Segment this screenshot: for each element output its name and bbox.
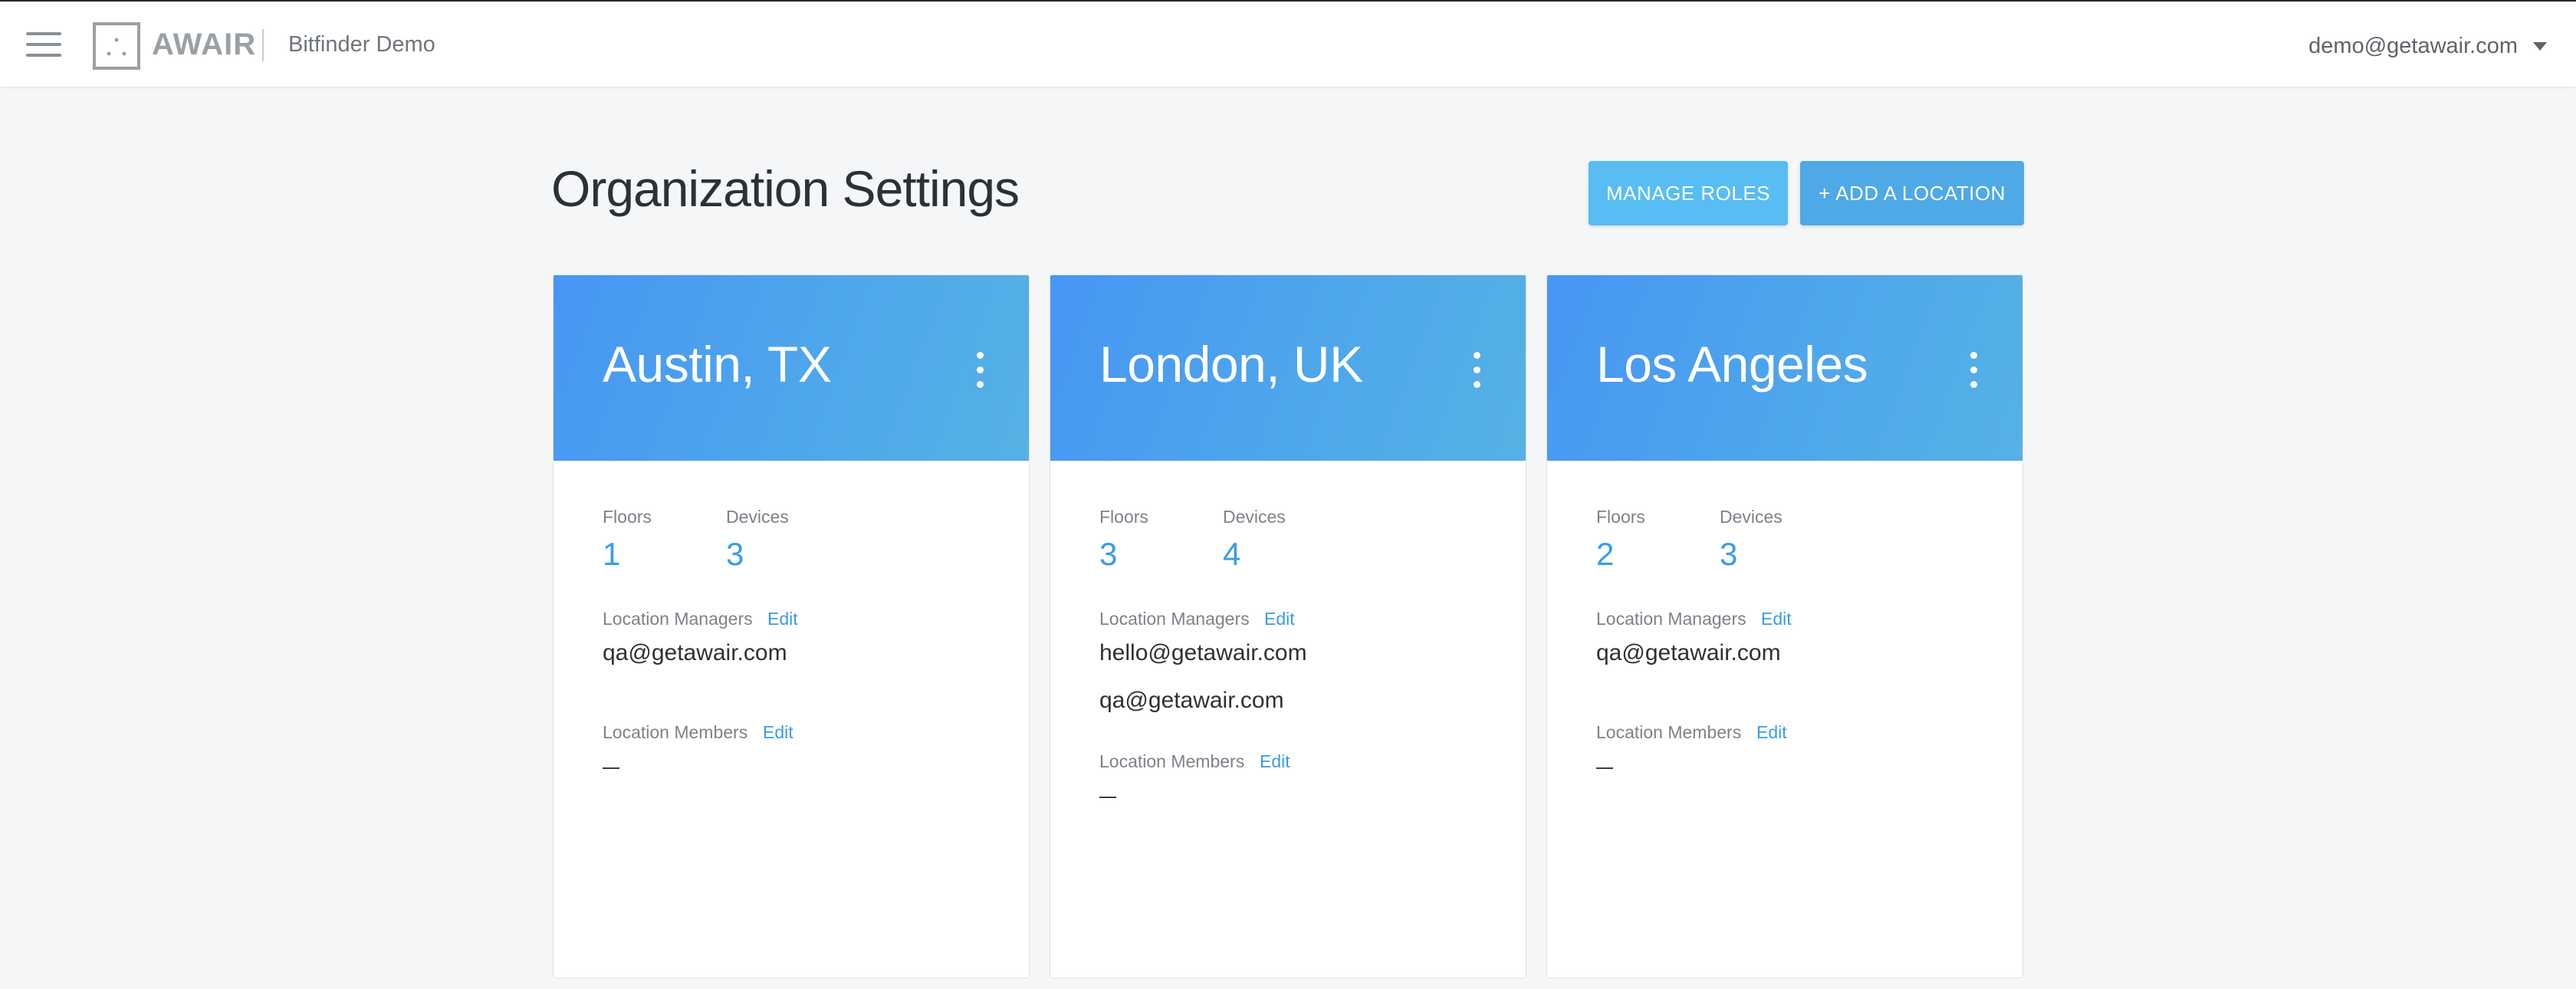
floors-count: 3 [1099, 536, 1118, 572]
more-options-icon[interactable] [975, 352, 984, 389]
edit-managers-link[interactable]: Edit [1761, 609, 1792, 629]
manager-email: hello@getawair.com [1099, 640, 1307, 665]
menu-icon[interactable] [26, 32, 61, 57]
floors-count: 2 [1596, 536, 1615, 572]
devices-count: 3 [726, 536, 744, 572]
devices-count: 3 [1720, 536, 1738, 572]
location-name: Los Angeles [1596, 336, 1868, 393]
devices-label: Devices [1223, 507, 1286, 527]
manager-email: qa@getawair.com [603, 640, 787, 665]
edit-managers-link[interactable]: Edit [767, 609, 798, 629]
manager-email: qa@getawair.com [1596, 640, 1781, 665]
devices-count: 4 [1223, 536, 1241, 572]
add-location-button[interactable]: + ADD A LOCATION [1800, 161, 2024, 225]
location-managers-label: Location Managers [1099, 609, 1250, 629]
members-empty-dash [603, 767, 619, 769]
location-name: Austin, TX [603, 336, 832, 393]
edit-members-link[interactable]: Edit [1756, 722, 1787, 743]
location-members-label: Location Members [1596, 722, 1742, 742]
location-name: London, UK [1099, 336, 1363, 393]
edit-members-link[interactable]: Edit [1260, 751, 1290, 772]
card-header: London, UK [1050, 275, 1526, 461]
location-members-label: Location Members [1099, 751, 1245, 771]
page-title: Organization Settings [551, 160, 1020, 217]
floors-label: Floors [603, 507, 652, 527]
top-bar: AWAIR Bitfinder Demo demo@getawair.com [0, 0, 2576, 87]
location-card: Los Angeles Floors Devices 2 3 Location … [1546, 274, 2023, 978]
more-options-icon[interactable] [1969, 352, 1978, 389]
card-header: Los Angeles [1547, 275, 2022, 461]
user-menu[interactable]: demo@getawair.com [2308, 34, 2547, 59]
manager-email: qa@getawair.com [1099, 688, 1284, 713]
members-empty-dash [1596, 767, 1613, 769]
floors-count: 1 [603, 536, 621, 572]
chevron-down-icon[interactable] [2533, 42, 2547, 51]
location-members-label: Location Members [603, 722, 748, 742]
members-empty-dash [1099, 797, 1116, 798]
more-options-icon[interactable] [1472, 352, 1481, 389]
card-header: Austin, TX [554, 275, 1029, 461]
floors-label: Floors [1596, 507, 1645, 527]
location-card: London, UK Floors Devices 3 4 Location M… [1050, 274, 1526, 978]
header-divider [262, 29, 264, 61]
logo-text: AWAIR [152, 28, 257, 61]
floors-label: Floors [1099, 507, 1148, 527]
devices-label: Devices [726, 507, 789, 527]
devices-label: Devices [1720, 507, 1783, 527]
location-managers-label: Location Managers [1596, 609, 1746, 629]
edit-members-link[interactable]: Edit [763, 722, 794, 743]
manage-roles-button[interactable]: MANAGE ROLES [1589, 161, 1788, 225]
location-managers-label: Location Managers [603, 609, 753, 629]
edit-managers-link[interactable]: Edit [1264, 609, 1295, 629]
awair-logo-icon [93, 22, 140, 70]
user-email[interactable]: demo@getawair.com [2308, 34, 2518, 59]
organization-name: Bitfinder Demo [288, 32, 435, 57]
location-card: Austin, TX Floors Devices 1 3 Location M… [553, 274, 1030, 978]
